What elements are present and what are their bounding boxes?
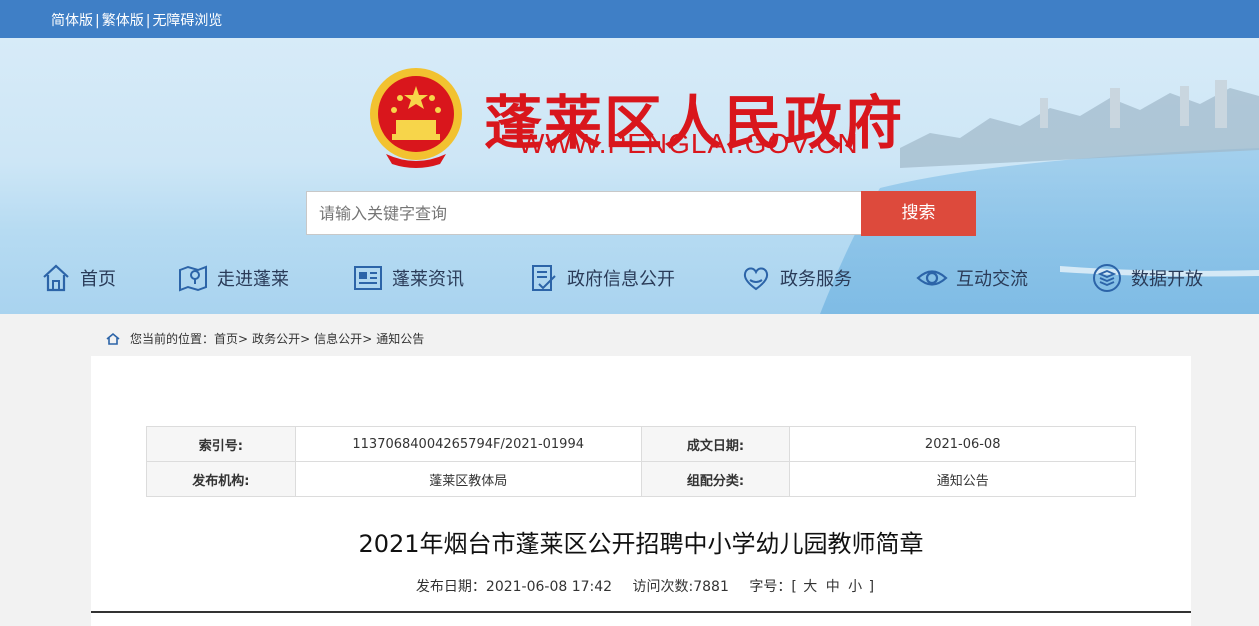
database-icon — [1093, 264, 1121, 292]
location-home-icon — [106, 332, 120, 345]
metadata-table: 索引号: 11370684004265794F/2021-01994 成文日期:… — [146, 426, 1136, 497]
nav-label: 政务服务 — [780, 269, 852, 290]
article-info: 发布日期：2021-06-08 17:42 访问次数:7881 字号：[ 大 中… — [91, 576, 1191, 596]
divider — [91, 611, 1191, 613]
search-input[interactable] — [306, 191, 862, 235]
article-panel: 索引号: 11370684004265794F/2021-01994 成文日期:… — [91, 356, 1191, 626]
version-links: 简体版 | 繁体版 | 无障碍浏览 — [51, 10, 222, 30]
breadcrumb-gov-affairs[interactable]: 政务公开 — [252, 330, 300, 347]
main-nav: 首页 走进蓬莱 蓬莱资讯 政府信息公开 政务服务 互动交流 数据开放 — [0, 258, 1259, 298]
category-value: 通知公告 — [789, 461, 1136, 497]
breadcrumb-info[interactable]: 信息公开 — [314, 330, 362, 347]
breadcrumb-sep: > — [362, 331, 373, 346]
search-button[interactable]: 搜索 — [861, 191, 976, 236]
eye-icon — [916, 270, 948, 286]
simplified-link[interactable]: 简体版 — [51, 13, 93, 29]
visit-count: 访问次数:7881 — [632, 579, 729, 595]
nav-item-services[interactable]: 政务服务 — [740, 258, 852, 298]
date-value: 2021-06-08 — [789, 426, 1136, 462]
nav-item-interaction[interactable]: 互动交流 — [916, 258, 1028, 298]
map-icon — [179, 265, 207, 292]
separator: | — [145, 13, 151, 29]
nav-label: 互动交流 — [956, 269, 1028, 290]
breadcrumb-prefix: 您当前的位置： — [130, 332, 215, 346]
date-label: 成文日期: — [640, 426, 791, 462]
font-small-button[interactable]: 小 — [848, 579, 862, 595]
traditional-link[interactable]: 繁体版 — [102, 13, 144, 29]
table-row: 索引号: 11370684004265794F/2021-01994 成文日期:… — [146, 426, 1136, 462]
font-size-control: 字号：[ 大 中 小 ] — [749, 579, 874, 595]
nav-item-home[interactable]: 首页 — [40, 258, 116, 298]
table-row: 发布机构: 蓬莱区教体局 组配分类: 通知公告 — [146, 461, 1136, 497]
nav-item-about[interactable]: 走进蓬莱 — [177, 258, 289, 298]
separator: | — [95, 13, 100, 29]
index-label: 索引号: — [146, 426, 296, 462]
accessible-link[interactable]: 无障碍浏览 — [152, 13, 222, 29]
nav-label: 蓬莱资讯 — [392, 269, 464, 290]
category-label: 组配分类: — [640, 461, 791, 497]
nav-item-gov-info[interactable]: 政府信息公开 — [527, 258, 675, 298]
breadcrumb: 您当前的位置： 首页 > 政务公开 > 信息公开 > 通知公告 — [106, 330, 424, 347]
breadcrumb-sep: > — [300, 331, 311, 346]
nav-item-news[interactable]: 蓬莱资讯 — [352, 258, 464, 298]
font-medium-button[interactable]: 中 — [826, 579, 840, 595]
home-icon — [43, 264, 69, 292]
national-emblem-icon — [370, 68, 462, 168]
breadcrumb-notice[interactable]: 通知公告 — [376, 330, 424, 347]
document-icon — [532, 265, 556, 291]
nav-item-data[interactable]: 数据开放 — [1091, 258, 1203, 298]
nav-label: 走进蓬莱 — [217, 269, 289, 290]
breadcrumb-home[interactable]: 首页 — [214, 330, 238, 347]
font-size-label: 字号：[ — [749, 579, 797, 595]
news-icon — [354, 266, 382, 290]
publish-date: 发布日期：2021-06-08 17:42 — [415, 579, 613, 595]
site-url: WWW.PENGLAI.GOV.CN — [518, 128, 859, 159]
nav-label: 首页 — [80, 269, 116, 290]
header-banner: 蓬莱区人民政府 WWW.PENGLAI.GOV.CN 搜索 首页 走进蓬莱 — [0, 38, 1259, 314]
top-bar: 简体版 | 繁体版 | 无障碍浏览 — [0, 0, 1259, 38]
nav-label: 数据开放 — [1131, 269, 1203, 290]
org-label: 发布机构: — [146, 461, 296, 497]
org-value: 蓬莱区教体局 — [294, 461, 642, 497]
article-title: 2021年烟台市蓬莱区公开招聘中小学幼儿园教师简章 — [358, 530, 924, 558]
font-size-close: ] — [868, 579, 875, 595]
breadcrumb-sep: > — [238, 331, 249, 346]
font-large-button[interactable]: 大 — [803, 579, 817, 595]
index-value: 11370684004265794F/2021-01994 — [294, 426, 642, 462]
heart-hands-icon — [743, 267, 769, 291]
nav-label: 政府信息公开 — [567, 269, 675, 290]
